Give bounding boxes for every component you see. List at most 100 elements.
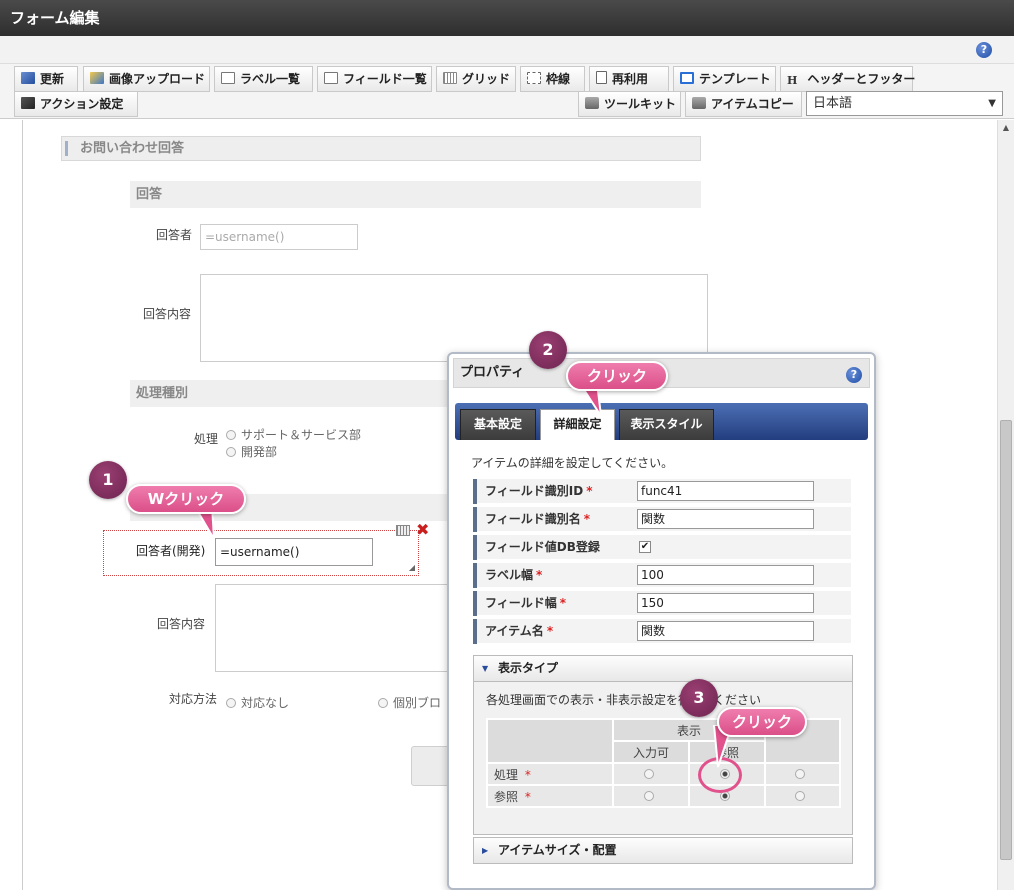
section-title: お問い合わせ回答 [61,136,701,161]
tab-basic-settings[interactable]: 基本設定 [460,409,536,440]
selected-field-dev-answerer[interactable]: 回答者(開発) =username() ◢ [103,530,419,576]
process-type-head: 処理種別 [130,380,450,407]
prop-label-field-name: フィールド識別名 * [473,507,633,532]
help-icon[interactable]: ? [846,367,862,383]
field-list-label: フィールド一覧 [343,72,427,86]
field-name-input[interactable]: 関数 [637,509,814,529]
prop-label-field-id-text: フィールド識別ID [485,484,584,498]
header-icon: H [787,74,798,87]
label-width-input[interactable]: 100 [637,565,814,585]
refresh-button[interactable]: 更新 [14,66,78,92]
action-settings-button[interactable]: アクション設定 [14,91,138,117]
scroll-up-icon[interactable]: ▲ [998,120,1014,136]
required-mark: * [559,596,567,610]
section-marker [65,141,68,156]
template-button[interactable]: テンプレート [673,66,776,92]
toolkit-button[interactable]: ツールキット [578,91,681,117]
resize-handle-icon[interactable]: ◢ [409,563,415,572]
answerer-input[interactable]: =username() [200,224,358,250]
method-option-none[interactable]: 対応なし [226,694,289,711]
field-id-input[interactable]: func41 [637,481,814,501]
process-label: 処理 [194,432,219,446]
radio-icon[interactable] [795,791,805,801]
reuse-button[interactable]: 再利用 [589,66,669,92]
step3-label: クリック [717,707,807,737]
process-option-support-text: サポート＆サービス部 [241,428,362,442]
label-list-label: ラベル一覧 [240,72,301,86]
radio-icon[interactable] [643,791,654,801]
display-type-description: 各処理画面での表示・非表示設定を行ってください [486,693,762,707]
prop-row-field-width: フィールド幅 * 150 [473,591,851,616]
display-type-title: 表示タイプ [498,661,559,675]
triangle-right-icon: ▶ [482,846,489,855]
ref-hidden-cell[interactable] [764,784,841,808]
section-title-text: お問い合わせ回答 [80,141,185,156]
header-footer-label: ヘッダーとフッター [807,72,916,86]
border-button[interactable]: 枠線 [520,66,585,92]
item-size-header[interactable]: ▶ アイテムサイズ・配置 [473,837,853,864]
field-width-input[interactable]: 150 [637,593,814,613]
prop-label-field-id: フィールド識別ID * [473,479,633,504]
form-button[interactable] [411,746,451,786]
prop-label-db-register: フィールド値DB登録 [473,535,633,560]
template-label: テンプレート [699,72,771,86]
row-label-process: 処理 * [486,762,614,786]
table-corner [486,718,614,764]
row-label-process-text: 処理 [494,767,519,782]
item-copy-button[interactable]: アイテムコピー [685,91,802,117]
db-register-checkbox[interactable]: ✔ [639,541,651,553]
display-type-body: 各処理画面での表示・非表示設定を行ってください 表示 入力可 参照 処理 * 参… [473,682,853,835]
item-name-input[interactable]: 関数 [637,621,814,641]
refresh-label: 更新 [40,72,65,86]
label-list-button[interactable]: ラベル一覧 [214,66,313,92]
list-icon [221,72,235,84]
help-icon[interactable]: ? [976,42,992,58]
field-list-button[interactable]: フィールド一覧 [317,66,432,92]
prop-label-item-name-text: アイテム名 [485,624,544,638]
dev-content-textarea[interactable] [215,584,450,672]
image-upload-icon [90,72,104,84]
method-option-individual[interactable]: 個別ブロ [378,694,441,711]
prop-row-field-name: フィールド識別名 * 関数 [473,507,851,532]
method-option-none-text: 対応なし [241,696,290,710]
item-copy-label: アイテムコピー [711,97,794,111]
table-row: 処理 * [486,762,841,786]
toolkit-icon [585,97,599,109]
display-type-header[interactable]: ▼ 表示タイプ [473,655,853,682]
radio-icon[interactable] [795,769,805,779]
properties-description: アイテムの詳細を設定してください。 [471,456,674,470]
dev-content-label: 回答内容 [157,617,206,631]
step1-badge: 1 [89,461,127,499]
scroll-thumb[interactable] [1000,420,1012,860]
radio-icon[interactable] [226,447,236,457]
method-option-individual-text: 個別ブロ [393,696,442,710]
properties-panel: プロパティ ? 基本設定 詳細設定 表示スタイル アイテムの詳細を設定してくださ… [447,352,876,890]
tab-display-style[interactable]: 表示スタイル [619,409,714,440]
radio-icon[interactable] [378,698,388,708]
window-title: フォーム編集 [0,0,1014,36]
dev-answerer-input[interactable]: =username() [215,538,373,566]
process-option-support[interactable]: サポート＆サービス部 [226,426,361,443]
close-icon[interactable]: ✖ [416,520,429,539]
vertical-scrollbar[interactable]: ▲ [997,120,1014,890]
reuse-label: 再利用 [612,72,649,86]
ref-input-cell[interactable] [612,784,690,808]
image-upload-button[interactable]: 画像アップロード [83,66,210,92]
radio-icon[interactable] [226,698,236,708]
radio-icon[interactable] [226,430,236,440]
edit-icon[interactable] [396,525,410,536]
required-mark: * [546,624,554,638]
process-input-cell[interactable] [612,762,690,786]
prop-row-item-name: アイテム名 * 関数 [473,619,851,644]
header-footer-button[interactable]: H ヘッダーとフッター [780,66,916,92]
grid-button[interactable]: グリッド [436,66,516,92]
process-hidden-cell[interactable] [764,762,841,786]
radio-icon[interactable] [643,769,654,779]
process-option-dev[interactable]: 開発部 [226,443,277,460]
answer-content-label: 回答内容 [143,307,192,321]
dev-answerer-label: 回答者(開発) [136,544,206,558]
language-select[interactable]: 日本語 ▼ [806,91,1003,116]
list-icon [324,72,338,84]
toolkit-icon [692,97,706,109]
answer-content-textarea[interactable] [200,274,708,362]
